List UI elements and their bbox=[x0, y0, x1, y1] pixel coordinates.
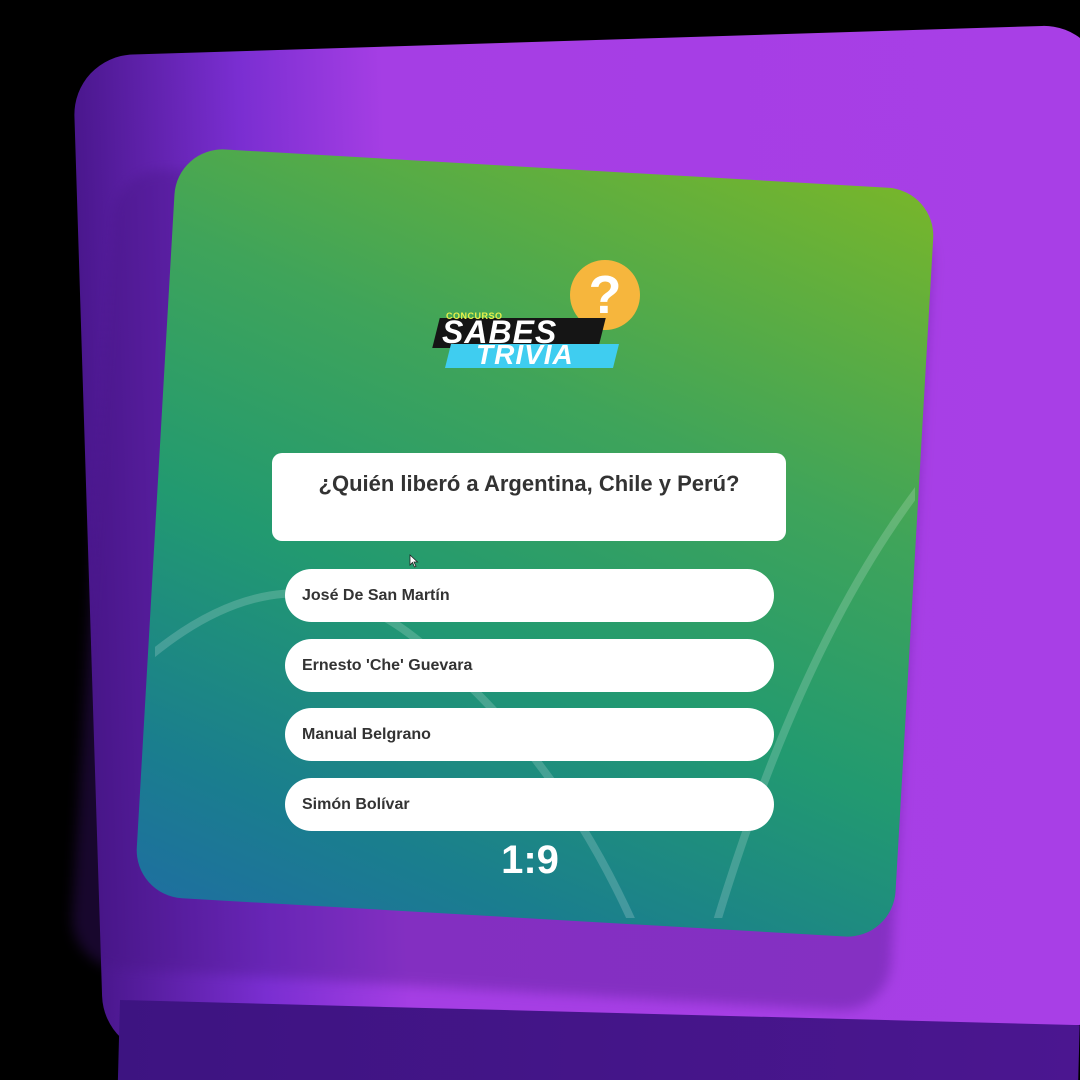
question-text: ¿Quién liberó a Argentina, Chile y Perú? bbox=[318, 471, 740, 496]
countdown-timer: 1:9 bbox=[501, 838, 559, 882]
answer-label: Manual Belgrano bbox=[302, 726, 431, 743]
answer-option-4[interactable]: Simón Bolívar bbox=[285, 778, 774, 831]
answer-label: Simón Bolívar bbox=[302, 796, 410, 813]
answer-option-2[interactable]: Ernesto 'Che' Guevara bbox=[285, 639, 774, 692]
question-box: ¿Quién liberó a Argentina, Chile y Perú? bbox=[272, 453, 786, 541]
logo-line2: TRIVIA bbox=[476, 339, 574, 370]
answer-label: Ernesto 'Che' Guevara bbox=[302, 657, 473, 674]
answer-option-3[interactable]: Manual Belgrano bbox=[285, 708, 774, 761]
mouse-pointer-icon bbox=[409, 554, 419, 568]
sabes-trivia-logo: ? CONCURSO SABES TRIVIA bbox=[432, 258, 652, 378]
answer-label: José De San Martín bbox=[302, 587, 450, 604]
stage: ? CONCURSO SABES TRIVIA ¿Quién liberó a … bbox=[0, 0, 1080, 1080]
answer-option-1[interactable]: José De San Martín bbox=[285, 569, 774, 622]
